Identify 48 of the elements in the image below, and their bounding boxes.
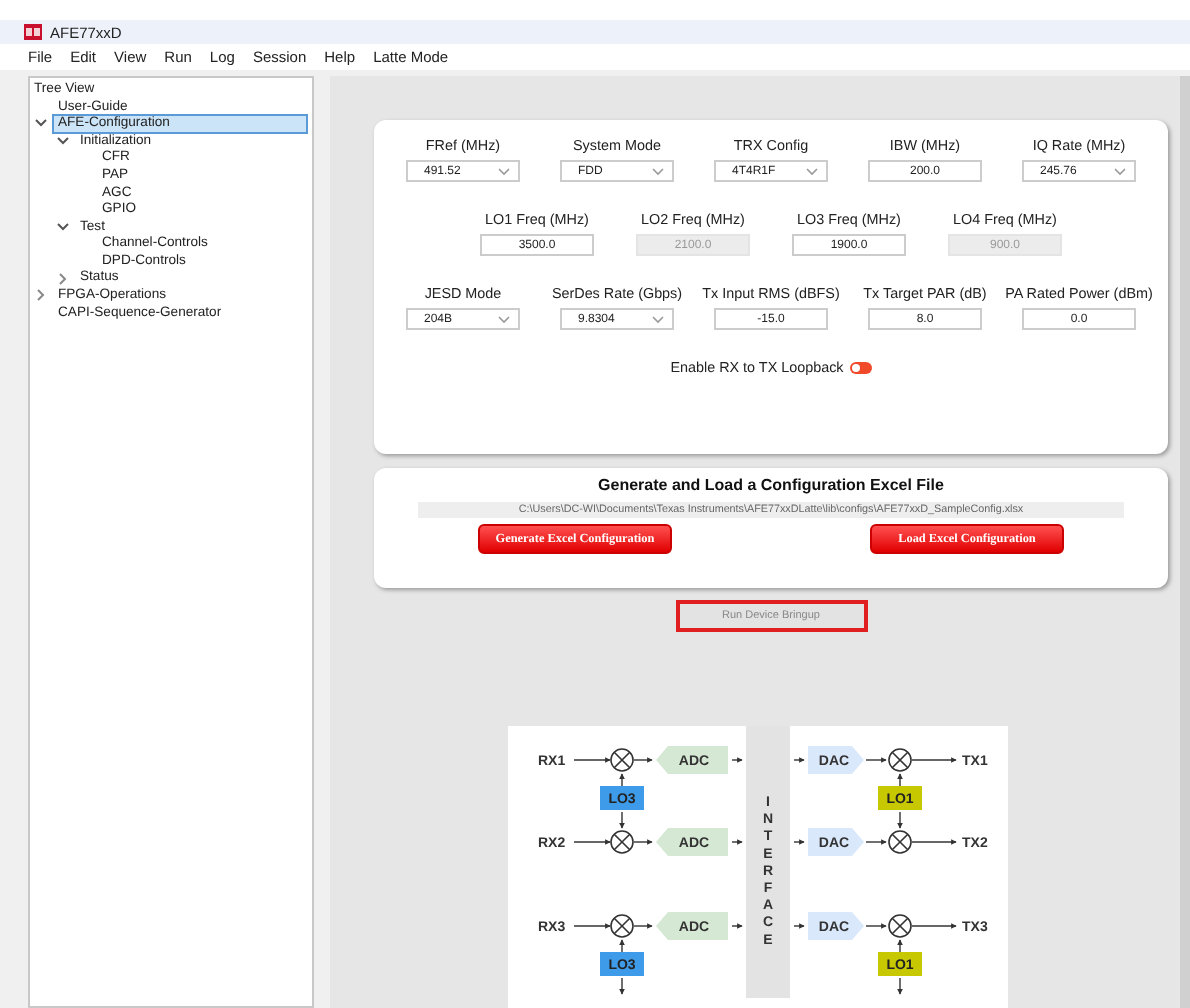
lo-box xyxy=(878,952,922,976)
mixer-icon xyxy=(888,748,912,772)
chevron-down-icon xyxy=(498,167,510,175)
dac-block xyxy=(808,912,864,940)
signal-arrow xyxy=(573,839,611,845)
caret-icon[interactable] xyxy=(34,116,48,131)
caret-icon[interactable] xyxy=(34,288,48,303)
mixer-icon xyxy=(888,914,912,938)
caret-icon[interactable] xyxy=(56,219,70,234)
signal-arrow xyxy=(573,923,611,929)
chevron-down-icon xyxy=(806,167,818,175)
dac-block xyxy=(808,746,864,774)
signal-arrow xyxy=(633,757,653,763)
mixer-icon xyxy=(610,748,634,772)
mixer-icon xyxy=(610,914,634,938)
signal-arrow xyxy=(731,757,743,763)
signal-arrow xyxy=(793,923,805,929)
chevron-down-icon xyxy=(1114,167,1126,175)
chevron-down-icon xyxy=(498,315,510,323)
chevron-down-icon xyxy=(652,315,664,323)
adc-block xyxy=(656,912,728,940)
adc-block xyxy=(656,828,728,856)
mixer-icon xyxy=(610,830,634,854)
signal-arrow xyxy=(865,923,887,929)
signal-arrow xyxy=(731,923,743,929)
signal-arrow xyxy=(865,757,887,763)
signal-arrow xyxy=(633,923,653,929)
mixer-icon xyxy=(888,830,912,854)
loopback-toggle[interactable] xyxy=(849,361,872,373)
signal-arrow xyxy=(911,839,957,845)
caret-icon[interactable] xyxy=(56,133,70,148)
signal-arrow xyxy=(633,839,653,845)
lo-box xyxy=(600,952,644,976)
dac-block xyxy=(808,828,864,856)
caret-icon[interactable] xyxy=(56,271,70,286)
app-logo-icon xyxy=(24,24,42,40)
signal-arrow xyxy=(911,757,957,763)
lo-box xyxy=(600,786,644,810)
adc-block xyxy=(656,746,728,774)
chevron-down-icon xyxy=(652,167,664,175)
signal-arrow xyxy=(793,839,805,845)
signal-arrow xyxy=(573,757,611,763)
lo-box xyxy=(878,786,922,810)
section-title: Generate and Load a Configuration Excel File xyxy=(598,476,944,494)
signal-arrow xyxy=(865,839,887,845)
signal-arrow xyxy=(731,839,743,845)
signal-arrow xyxy=(911,923,957,929)
signal-arrow xyxy=(793,757,805,763)
